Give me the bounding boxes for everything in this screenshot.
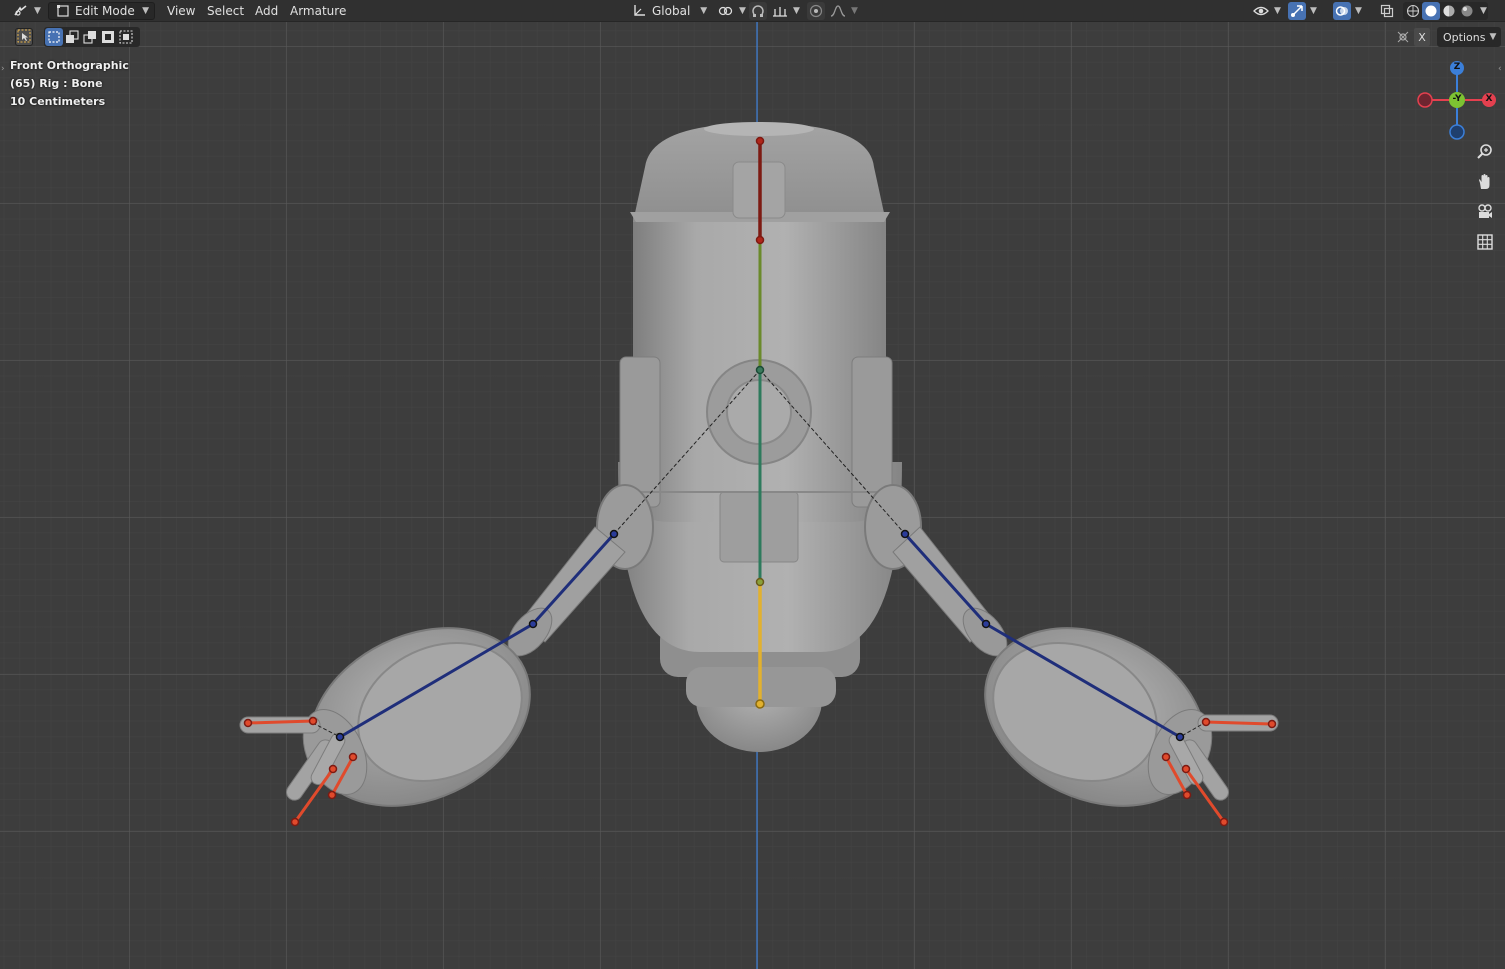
grid-icon	[1476, 233, 1494, 255]
joint	[755, 235, 765, 245]
proportional-editing-toggle[interactable]	[807, 2, 825, 20]
joint	[1219, 817, 1229, 827]
shading-mode-group: ▼	[1403, 2, 1488, 20]
joint	[609, 529, 619, 539]
gizmo-x-label[interactable]: X	[1484, 94, 1494, 104]
pan-button[interactable]	[1473, 172, 1497, 196]
joint	[755, 699, 765, 709]
mode-label: Edit Mode	[75, 4, 135, 18]
snap-icon	[749, 2, 767, 20]
chevron-down-icon: ▼	[1310, 6, 1317, 16]
joint	[528, 619, 538, 629]
chevron-down-icon: ▼	[700, 6, 708, 16]
gizmo-z-label[interactable]: Z	[1452, 62, 1462, 72]
gizmo-icon	[1288, 2, 1306, 20]
zoom-button[interactable]	[1473, 142, 1497, 166]
chevron-down-icon: ▼	[34, 6, 41, 16]
menu-add[interactable]: Add	[249, 2, 284, 20]
joint	[328, 764, 338, 774]
material-preview-icon[interactable]	[1440, 2, 1458, 20]
bone-claw-r1	[1204, 720, 1274, 726]
chevron-down-icon: ▼	[739, 6, 746, 16]
joint	[243, 718, 253, 728]
chevron-down-icon[interactable]: ▼	[1480, 6, 1487, 16]
orientation-icon	[630, 2, 648, 20]
ortho-toggle-button[interactable]	[1473, 232, 1497, 256]
wireframe-shading-icon[interactable]	[1404, 2, 1422, 20]
proportional-falloff-dropdown[interactable]: ▼	[829, 2, 858, 20]
scene-canvas[interactable]	[0, 22, 1505, 969]
3d-viewport[interactable]: X Options ▼ › ‹ Front Orthographic (65) …	[0, 22, 1505, 969]
hand-icon	[1476, 173, 1494, 195]
chevron-down-icon: ▼	[1355, 6, 1362, 16]
joint	[1161, 752, 1171, 762]
joint	[755, 136, 765, 146]
rendered-shading-icon[interactable]	[1458, 2, 1476, 20]
solid-shading-icon[interactable]	[1422, 2, 1440, 20]
right-panel	[851, 356, 893, 508]
falloff-curve-icon	[829, 2, 847, 20]
gizmo-neg-z-axis	[1449, 124, 1465, 140]
snap-increment-icon	[771, 2, 789, 20]
proportional-editing-icon	[807, 2, 825, 20]
chevron-down-icon: ▼	[1274, 6, 1281, 16]
joint	[335, 732, 345, 742]
joint	[981, 619, 991, 629]
snap-toggle[interactable]	[749, 2, 767, 20]
mode-dropdown[interactable]: Edit Mode ▼	[48, 2, 155, 20]
chevron-down-icon: ▼	[851, 6, 858, 16]
bone-claw-l1	[246, 719, 315, 725]
menu-armature[interactable]: Armature	[284, 2, 352, 20]
menu-view[interactable]: View	[161, 2, 201, 20]
joint	[900, 529, 910, 539]
joint	[1175, 732, 1185, 742]
gizmo-neg-x-axis	[1417, 92, 1433, 108]
chevron-down-icon: ▼	[142, 6, 149, 16]
joint	[308, 716, 318, 726]
joint	[1182, 790, 1192, 800]
camera-icon	[1476, 203, 1494, 225]
editor-type-button[interactable]: ▼	[12, 2, 41, 20]
editor-type-icon	[12, 2, 30, 20]
joint	[755, 365, 765, 375]
joint	[327, 790, 337, 800]
gizmo-y-label[interactable]: -Y	[1448, 94, 1466, 104]
joint	[755, 577, 765, 587]
joint	[1201, 717, 1211, 727]
zoom-icon	[1476, 143, 1494, 165]
joint	[348, 752, 358, 762]
edit-mode-icon	[54, 2, 72, 20]
overlays-icon	[1333, 2, 1351, 20]
overlays-toggle[interactable]: ▼	[1333, 2, 1362, 20]
left-claw-1	[239, 716, 321, 734]
viewport-header: ▼ Edit Mode ▼ View Select Add Armature G…	[0, 0, 1505, 22]
object-visibility-dropdown[interactable]: ▼	[1252, 2, 1281, 20]
orientation-label: Global	[652, 4, 691, 18]
chevron-down-icon: ▼	[793, 6, 800, 16]
transform-orientation-dropdown[interactable]: Global ▼	[630, 2, 707, 20]
snap-target-dropdown[interactable]: ▼	[771, 2, 800, 20]
gizmo-toggle[interactable]: ▼	[1288, 2, 1317, 20]
eye-icon	[1252, 2, 1270, 20]
joint	[1181, 764, 1191, 774]
pivot-point-dropdown[interactable]: ▼	[717, 2, 746, 20]
xray-icon	[1378, 2, 1396, 20]
xray-toggle[interactable]	[1378, 2, 1396, 20]
menu-select[interactable]: Select	[201, 2, 250, 20]
joint	[290, 817, 300, 827]
joint	[1267, 719, 1277, 729]
pivot-icon	[717, 2, 735, 20]
camera-view-button[interactable]	[1473, 202, 1497, 226]
